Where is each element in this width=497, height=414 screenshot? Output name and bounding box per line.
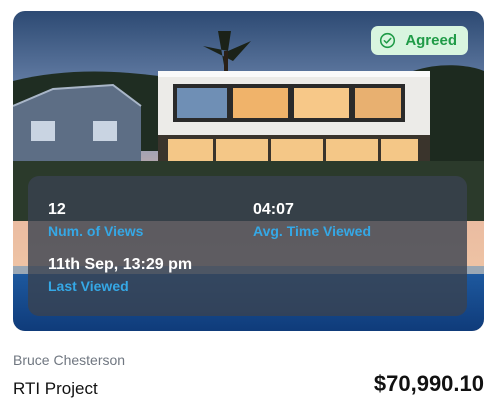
avg-time-value: 04:07 (253, 201, 294, 218)
check-circle-icon (380, 32, 396, 49)
views-count: 12 (48, 201, 66, 218)
project-name[interactable]: RTI Project (13, 379, 98, 399)
status-badge: Agreed (371, 26, 468, 55)
avg-time-label: Avg. Time Viewed (253, 223, 372, 239)
stats-overlay: 12 Num. of Views 04:07 Avg. Time Viewed … (28, 176, 467, 316)
price: $70,990.10 (373, 371, 484, 396)
last-viewed-label: Last Viewed (48, 278, 129, 294)
property-image[interactable]: Agreed 12 Num. of Views 04:07 Avg. Time … (13, 11, 484, 331)
last-viewed-value: 11th Sep, 13:29 pm (48, 256, 193, 273)
status-label: Agreed (405, 32, 457, 49)
views-label: Num. of Views (48, 223, 144, 239)
owner-name: Bruce Chesterson (13, 352, 126, 368)
